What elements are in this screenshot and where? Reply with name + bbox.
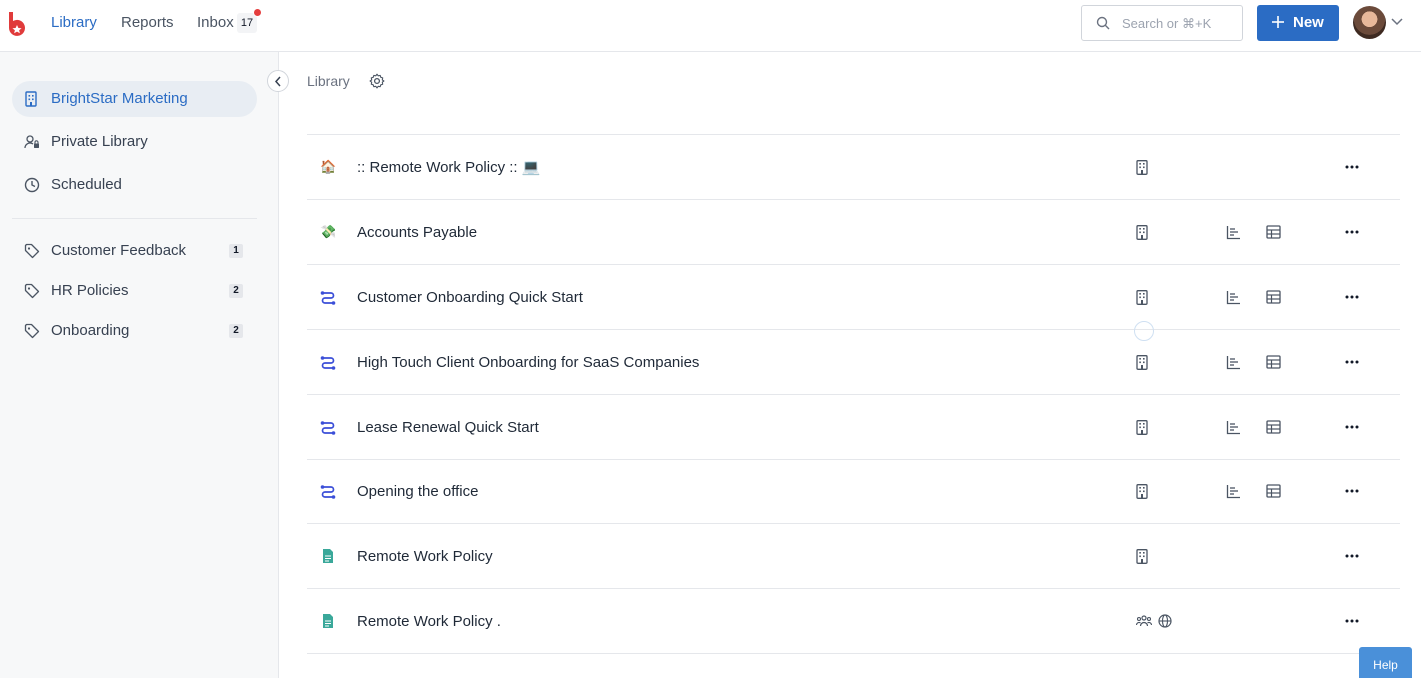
building-icon — [1136, 484, 1148, 499]
building-icon — [25, 91, 37, 107]
reports-chart-icon[interactable] — [1226, 355, 1241, 370]
document-icon — [323, 549, 333, 563]
search-icon — [1096, 16, 1110, 30]
item-title[interactable]: :: Remote Work Policy :: 💻 — [357, 159, 540, 177]
new-button[interactable]: New — [1257, 5, 1339, 41]
user-lock-icon — [24, 135, 39, 149]
more-options-icon[interactable] — [1344, 619, 1360, 623]
sidebar-item-brightstar-marketing[interactable]: BrightStar Marketing — [12, 81, 257, 117]
sidebar-item-label: Private Library — [51, 133, 148, 150]
app-logo[interactable] — [6, 10, 28, 38]
building-icon — [1136, 290, 1148, 305]
table-icon[interactable] — [1266, 355, 1281, 369]
sidebar-tag-hr-policies[interactable]: HR Policies 2 — [12, 273, 257, 309]
more-options-icon[interactable] — [1344, 165, 1360, 169]
globe-icon — [1158, 614, 1172, 628]
sidebar-tag-label: Onboarding — [51, 322, 130, 339]
help-button[interactable]: Help — [1359, 647, 1412, 678]
tag-icon — [24, 323, 40, 339]
user-avatar[interactable] — [1353, 6, 1386, 39]
reports-chart-icon[interactable] — [1226, 290, 1241, 305]
loading-spinner-icon — [1134, 321, 1154, 341]
tag-count-badge: 1 — [229, 244, 243, 258]
reports-chart-icon[interactable] — [1226, 420, 1241, 435]
top-bar: Library Reports Inbox 17 Search or ⌘+K N… — [0, 0, 1421, 52]
building-icon — [1136, 549, 1148, 564]
building-icon — [1136, 225, 1148, 240]
chevron-down-icon[interactable] — [1390, 17, 1404, 27]
sidebar-tag-onboarding[interactable]: Onboarding 2 — [12, 313, 257, 349]
collapse-sidebar-button[interactable] — [267, 70, 289, 92]
reports-chart-icon[interactable] — [1226, 484, 1241, 499]
item-title[interactable]: High Touch Client Onboarding for SaaS Co… — [357, 354, 699, 372]
workflow-icon — [320, 485, 336, 499]
more-options-icon[interactable] — [1344, 554, 1360, 558]
item-title[interactable]: Opening the office — [357, 483, 478, 501]
notification-dot — [253, 8, 262, 17]
more-options-icon[interactable] — [1344, 425, 1360, 429]
list-item[interactable]: Opening the office — [307, 459, 1400, 524]
search-box[interactable]: Search or ⌘+K — [1081, 5, 1243, 41]
chevron-left-icon — [274, 76, 281, 87]
item-title[interactable]: Remote Work Policy — [357, 548, 493, 566]
more-options-icon[interactable] — [1344, 360, 1360, 364]
table-icon[interactable] — [1266, 225, 1281, 239]
reports-chart-icon[interactable] — [1226, 225, 1241, 240]
list-item[interactable]: 💸 Accounts Payable — [307, 200, 1400, 265]
tag-count-badge: 2 — [229, 284, 243, 298]
sidebar-divider — [12, 218, 257, 219]
more-options-icon[interactable] — [1344, 489, 1360, 493]
nav-inbox[interactable]: Inbox — [197, 14, 234, 32]
building-icon — [1136, 420, 1148, 435]
tag-icon — [24, 243, 40, 259]
gear-icon[interactable] — [369, 73, 385, 89]
item-title[interactable]: Accounts Payable — [357, 224, 477, 242]
table-icon[interactable] — [1266, 290, 1281, 304]
list-item[interactable]: Remote Work Policy . — [307, 589, 1400, 654]
list-item[interactable]: High Touch Client Onboarding for SaaS Co… — [307, 330, 1400, 395]
more-options-icon[interactable] — [1344, 295, 1360, 299]
table-icon[interactable] — [1266, 484, 1281, 498]
workflow-icon — [320, 356, 336, 370]
nav-library[interactable]: Library — [51, 14, 97, 32]
sidebar-item-scheduled[interactable]: Scheduled — [12, 167, 257, 203]
workflow-icon — [320, 291, 336, 305]
building-icon — [1136, 160, 1148, 175]
clock-icon — [24, 177, 40, 193]
tag-count-badge: 2 — [229, 324, 243, 338]
plus-icon — [1272, 16, 1284, 28]
team-icon — [1136, 615, 1152, 627]
nav-reports[interactable]: Reports — [121, 14, 174, 32]
sidebar-tag-customer-feedback[interactable]: Customer Feedback 1 — [12, 233, 257, 269]
new-button-label: New — [1293, 14, 1324, 31]
item-title[interactable]: Lease Renewal Quick Start — [357, 419, 539, 437]
workflow-icon — [320, 421, 336, 435]
more-options-icon[interactable] — [1344, 230, 1360, 234]
table-icon[interactable] — [1266, 420, 1281, 434]
sidebar-item-label: Scheduled — [51, 176, 122, 193]
sidebar-item-private-library[interactable]: Private Library — [12, 124, 257, 160]
search-placeholder: Search or ⌘+K — [1122, 16, 1212, 31]
sidebar: BrightStar Marketing Private Library Sch… — [0, 52, 279, 678]
sidebar-item-label: BrightStar Marketing — [51, 90, 188, 107]
breadcrumb[interactable]: Library — [307, 73, 350, 89]
list-item[interactable]: Customer Onboarding Quick Start — [307, 265, 1400, 330]
sidebar-tag-label: HR Policies — [51, 282, 129, 299]
sidebar-tag-label: Customer Feedback — [51, 242, 187, 259]
tag-icon — [24, 283, 40, 299]
document-icon — [323, 614, 333, 628]
building-icon — [1136, 355, 1148, 370]
list-item[interactable]: 🏠 :: Remote Work Policy :: 💻 — [307, 135, 1400, 200]
money-emoji-icon: 💸 — [320, 224, 337, 239]
item-title[interactable]: Customer Onboarding Quick Start — [357, 289, 583, 307]
list-item[interactable]: Remote Work Policy — [307, 524, 1400, 589]
list-item[interactable]: Lease Renewal Quick Start — [307, 395, 1400, 460]
house-emoji-icon: 🏠 — [320, 159, 337, 174]
item-title[interactable]: Remote Work Policy . — [357, 613, 501, 631]
